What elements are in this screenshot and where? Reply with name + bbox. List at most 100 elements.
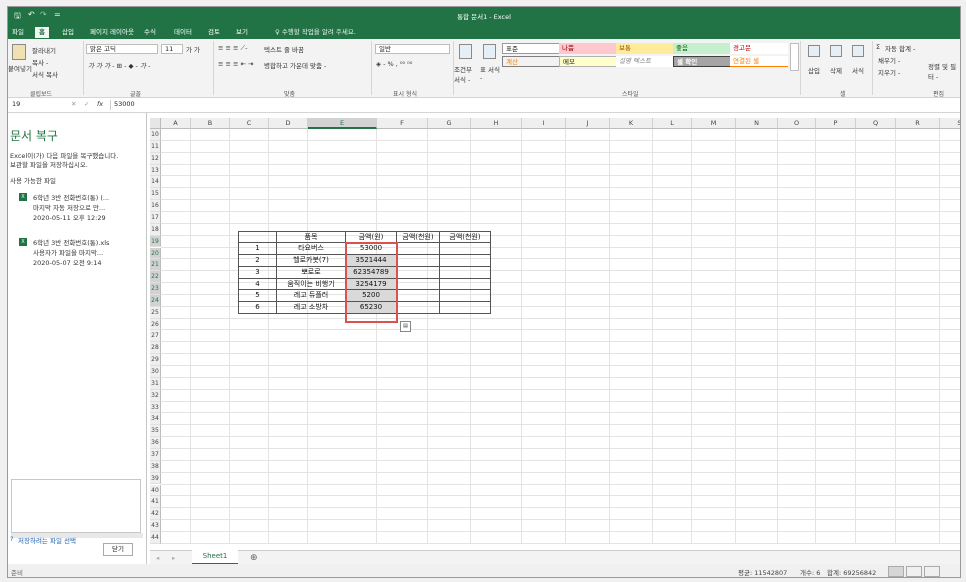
cancel-icon[interactable]: ✕ xyxy=(71,100,76,108)
style-calculation[interactable]: 계산 xyxy=(502,56,560,67)
style-warning[interactable]: 경고문 xyxy=(730,43,788,54)
table-format-button[interactable]: 표 서식 - xyxy=(480,64,500,82)
cell-empty[interactable] xyxy=(397,254,440,267)
row-header-36[interactable]: 36 xyxy=(150,437,161,449)
row-header-22[interactable]: 22 xyxy=(150,271,161,284)
style-good[interactable]: 좋음 xyxy=(673,43,731,54)
cell-empty[interactable] xyxy=(440,290,491,303)
row-header-42[interactable]: 42 xyxy=(150,508,161,521)
row-header-33[interactable]: 33 xyxy=(150,401,161,414)
column-header-D[interactable]: D xyxy=(269,118,308,129)
paste-icon[interactable] xyxy=(12,44,26,60)
row-header-28[interactable]: 28 xyxy=(150,342,161,355)
tab-file[interactable]: 파일 xyxy=(8,27,28,38)
tab-review[interactable]: 검토 xyxy=(204,27,224,38)
format-cells-icon[interactable] xyxy=(852,45,864,57)
row-header-31[interactable]: 31 xyxy=(150,377,161,390)
column-header-Q[interactable]: Q xyxy=(856,118,896,129)
cell-num[interactable]: 1 xyxy=(238,243,277,255)
format-painter-button[interactable]: 서식 복사 xyxy=(32,69,58,79)
row-header-29[interactable]: 29 xyxy=(150,354,161,366)
fill-button[interactable]: 채우기 - xyxy=(878,55,900,65)
column-header-R[interactable]: R xyxy=(896,118,940,129)
tab-formulas[interactable]: 수식 xyxy=(140,27,160,38)
cell-empty[interactable] xyxy=(440,278,491,291)
cell-item[interactable]: 레고 소방차 xyxy=(277,302,346,315)
row-header-17[interactable]: 17 xyxy=(150,211,161,224)
row-header-37[interactable]: 37 xyxy=(150,448,161,461)
align-top-icon[interactable]: ≡ ≡ ≡ ⟋- xyxy=(218,44,247,53)
column-header-S[interactable]: S xyxy=(940,118,960,129)
cell-empty[interactable] xyxy=(397,302,440,315)
paste-options-icon[interactable]: ▤ xyxy=(400,321,411,332)
autosum-button[interactable]: 자동 합계 - xyxy=(885,43,915,53)
styles-gallery-scroll[interactable] xyxy=(790,43,799,71)
delete-cells-icon[interactable] xyxy=(830,45,842,57)
table-header-amount-thousand-2[interactable]: 금액(천원) xyxy=(440,231,491,243)
row-header-15[interactable]: 15 xyxy=(150,188,161,201)
worksheet-grid[interactable]: ABCDEFGHIJKLMNOPQRS 10111213141516171819… xyxy=(150,118,960,550)
row-header-39[interactable]: 39 xyxy=(150,472,161,485)
row-header-16[interactable]: 16 xyxy=(150,200,161,212)
style-bad[interactable]: 나쁨 xyxy=(559,43,617,54)
cell-item[interactable]: 타요버스 xyxy=(277,243,346,255)
font-grow-icon[interactable]: 가 가 xyxy=(186,44,200,54)
number-format-select[interactable]: 일반 xyxy=(375,44,450,54)
column-header-B[interactable]: B xyxy=(191,118,230,129)
name-box[interactable]: 19 xyxy=(9,100,67,110)
enter-icon[interactable]: ✓ xyxy=(84,100,89,108)
formula-input[interactable]: 53000 xyxy=(110,100,958,110)
cell-empty[interactable] xyxy=(397,266,440,279)
column-header-A[interactable]: A xyxy=(161,118,191,129)
cell-item[interactable]: 뽀로로 xyxy=(277,266,346,279)
column-header-M[interactable]: M xyxy=(692,118,736,129)
style-linked-cell[interactable]: 연결된 셀 xyxy=(730,56,788,67)
row-header-25[interactable]: 25 xyxy=(150,306,161,319)
column-header-O[interactable]: O xyxy=(778,118,816,129)
column-header-K[interactable]: K xyxy=(610,118,653,129)
cell-empty[interactable] xyxy=(440,266,491,279)
row-header-18[interactable]: 18 xyxy=(150,223,161,236)
conditional-format-icon[interactable] xyxy=(459,44,472,59)
page-break-view-icon[interactable] xyxy=(924,566,940,577)
row-header-34[interactable]: 34 xyxy=(150,413,161,426)
column-header-L[interactable]: L xyxy=(653,118,692,129)
table-format-icon[interactable] xyxy=(483,44,496,59)
number-format-icons[interactable]: ◈ - % , ⁰⁰ ⁰⁰ xyxy=(376,60,412,68)
cell-empty[interactable] xyxy=(440,254,491,267)
row-header-10[interactable]: 10 xyxy=(150,129,161,141)
bold-italic-underline-icons[interactable]: 가 가 가 - ⊞ - ◆ - 가 - xyxy=(88,60,150,70)
conditional-format-button[interactable]: 조건부 서식 - xyxy=(454,64,478,84)
style-check-cell[interactable]: 셀 확인 xyxy=(673,56,731,67)
choose-file-help-link[interactable]: 저장하려는 파일 선택 xyxy=(18,535,76,545)
table-header-item[interactable]: 품목 xyxy=(277,231,346,243)
row-header-20[interactable]: 20 xyxy=(150,247,161,260)
style-explanatory[interactable]: 설명 텍스트 xyxy=(616,56,674,67)
cell-num[interactable]: 3 xyxy=(238,266,277,279)
insert-cells-button[interactable]: 삽입 xyxy=(808,65,820,75)
font-name-select[interactable]: 맑은 고딕 xyxy=(86,44,158,54)
cell-num[interactable]: 6 xyxy=(238,302,277,315)
row-header-44[interactable]: 44 xyxy=(150,531,161,544)
table-header-amount-thousand-1[interactable]: 금액(천원) xyxy=(397,231,440,243)
column-header-P[interactable]: P xyxy=(816,118,856,129)
cell-item[interactable]: 레고 듀플러 xyxy=(277,290,346,303)
tab-view[interactable]: 보기 xyxy=(232,27,252,38)
new-sheet-icon[interactable]: ⊕ xyxy=(250,553,258,563)
selected-range[interactable] xyxy=(345,242,398,323)
row-header-19[interactable]: 19 xyxy=(150,235,161,248)
row-header-21[interactable]: 21 xyxy=(150,259,161,272)
paste-button[interactable]: 붙여넣기 xyxy=(8,63,32,73)
style-neutral[interactable]: 보통 xyxy=(616,43,674,54)
tab-insert[interactable]: 삽입 xyxy=(58,27,78,38)
column-header-H[interactable]: H xyxy=(471,118,522,129)
row-header-35[interactable]: 35 xyxy=(150,425,161,438)
row-header-14[interactable]: 14 xyxy=(150,176,161,189)
cell-empty[interactable] xyxy=(397,243,440,255)
column-header-N[interactable]: N xyxy=(736,118,778,129)
tab-data[interactable]: 데이터 xyxy=(170,27,196,38)
row-header-26[interactable]: 26 xyxy=(150,318,161,331)
cell-item[interactable]: 헬로카봇(7) xyxy=(277,254,346,267)
row-header-13[interactable]: 13 xyxy=(150,164,161,177)
close-pane-button[interactable]: 닫기 xyxy=(103,543,133,556)
